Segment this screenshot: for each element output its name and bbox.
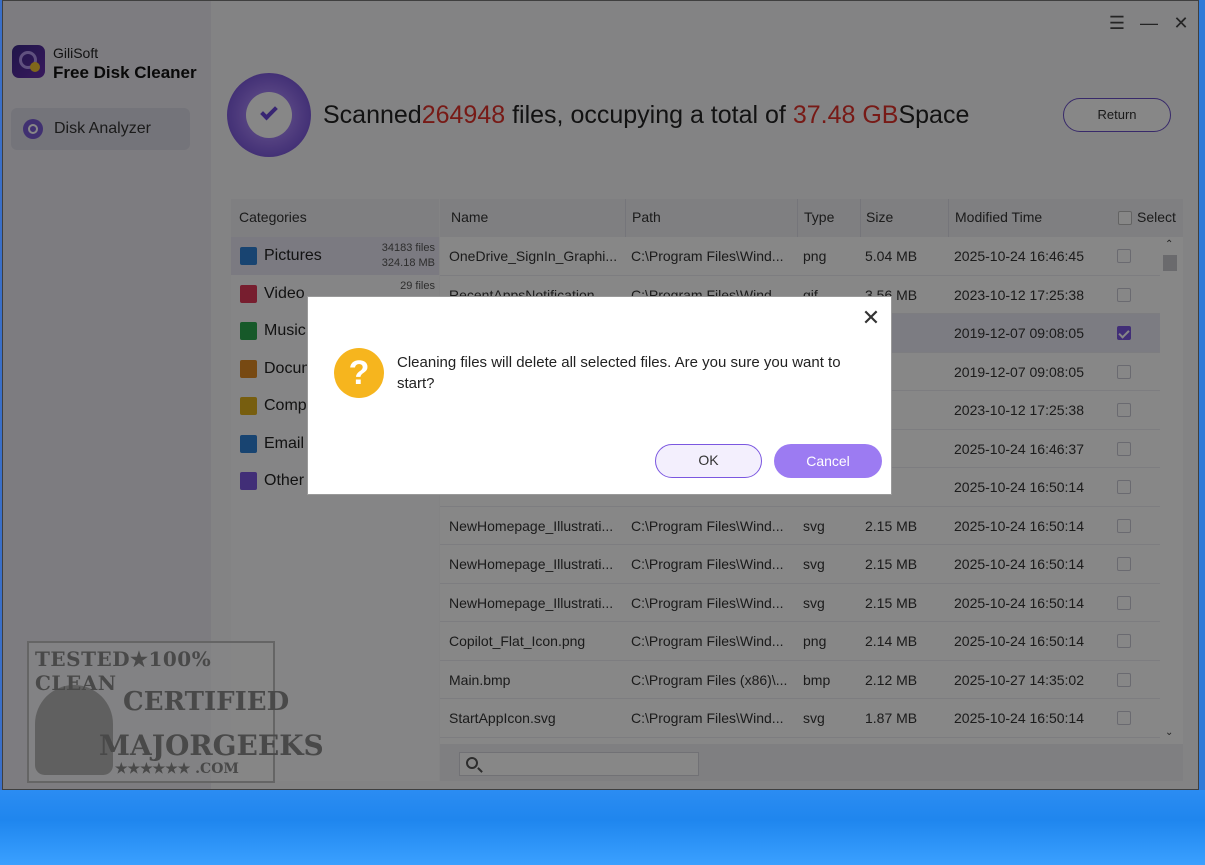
question-icon: ? <box>334 348 384 398</box>
confirm-dialog: ✕ ? Cleaning files will delete all selec… <box>307 296 892 495</box>
desktop-edge-right <box>1199 0 1205 790</box>
dialog-message: Cleaning files will delete all selected … <box>397 354 841 392</box>
ok-button[interactable]: OK <box>655 444 762 478</box>
desktop-background <box>0 790 1205 865</box>
close-icon[interactable]: ✕ <box>860 307 882 329</box>
cancel-button[interactable]: Cancel <box>774 444 882 478</box>
